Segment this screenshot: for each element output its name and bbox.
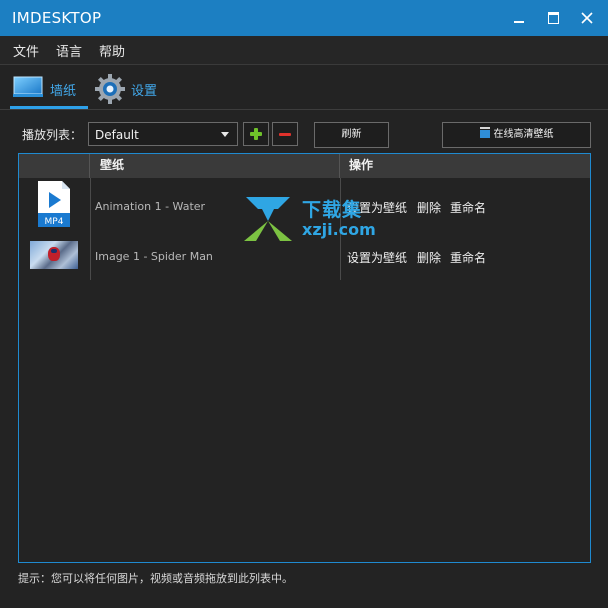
minimize-button[interactable] xyxy=(507,6,531,30)
title-bar[interactable]: IMDESKTOP xyxy=(0,0,608,36)
minus-icon xyxy=(279,133,291,136)
rename-link[interactable]: 重命名 xyxy=(450,199,486,216)
delete-link[interactable]: 删除 xyxy=(417,199,441,216)
maximize-button[interactable] xyxy=(541,6,565,30)
refresh-button[interactable]: 刷新 xyxy=(314,122,389,148)
menu-help[interactable]: 帮助 xyxy=(99,41,125,60)
delete-link[interactable]: 删除 xyxy=(417,249,441,266)
playlist-label: 播放列表： xyxy=(22,128,83,142)
tab-wallpaper[interactable]: 墙纸 xyxy=(10,73,88,109)
online-wallpaper-label: 在线高清壁纸 xyxy=(493,129,554,140)
image-thumbnail xyxy=(30,241,78,269)
window-title: IMDESKTOP xyxy=(12,9,102,27)
watermark-logo: 下载集 xzji.com xyxy=(240,195,380,243)
maximize-icon xyxy=(547,12,559,24)
gear-icon xyxy=(95,74,125,104)
header-wallpaper[interactable]: 壁纸 xyxy=(90,154,340,178)
tab-wallpaper-label: 墙纸 xyxy=(50,84,77,99)
menu-bar: 文件 语言 帮助 xyxy=(0,36,608,65)
menu-language[interactable]: 语言 xyxy=(56,41,82,60)
tab-settings[interactable]: 设置 xyxy=(94,73,174,107)
chevron-down-icon xyxy=(221,132,229,137)
tab-bar: 墙纸 设置 xyxy=(0,65,608,110)
watermark-url: xzji.com xyxy=(302,220,376,239)
wallpaper-name: Image 1 - Spider Man xyxy=(95,250,213,263)
app-window: IMDESKTOP 文件 语言 帮助 墙纸 设置 播放列表： Default 刷… xyxy=(0,0,608,608)
mp4-file-icon: MP4 xyxy=(38,181,70,227)
close-button[interactable] xyxy=(575,6,599,30)
monitor-icon xyxy=(13,76,43,97)
playlist-value: Default xyxy=(95,128,139,142)
clapper-icon xyxy=(479,127,490,138)
remove-playlist-button[interactable] xyxy=(272,122,298,146)
mp4-label: MP4 xyxy=(45,217,64,227)
playlist-dropdown[interactable]: Default xyxy=(88,122,238,146)
minimize-icon xyxy=(514,21,524,23)
drop-hint: 提示：您可以将任何图片，视频或音频拖放到此列表中。 xyxy=(18,572,293,585)
list-header: 壁纸 操作 xyxy=(19,154,590,178)
online-wallpaper-button[interactable]: 在线高清壁纸 xyxy=(442,122,591,148)
watermark-text: 下载集 xyxy=(302,199,363,221)
tab-settings-label: 设置 xyxy=(131,84,158,99)
header-actions[interactable]: 操作 xyxy=(340,154,590,178)
close-icon xyxy=(581,12,593,24)
add-playlist-button[interactable] xyxy=(243,122,269,146)
header-thumb[interactable] xyxy=(19,154,90,178)
watermark-arrow-icon xyxy=(244,197,292,241)
refresh-label: 刷新 xyxy=(341,129,362,140)
wallpaper-name: Animation 1 - Water xyxy=(95,200,206,213)
set-wallpaper-link[interactable]: 设置为壁纸 xyxy=(347,249,407,266)
menu-file[interactable]: 文件 xyxy=(13,41,39,60)
rename-link[interactable]: 重命名 xyxy=(450,249,486,266)
